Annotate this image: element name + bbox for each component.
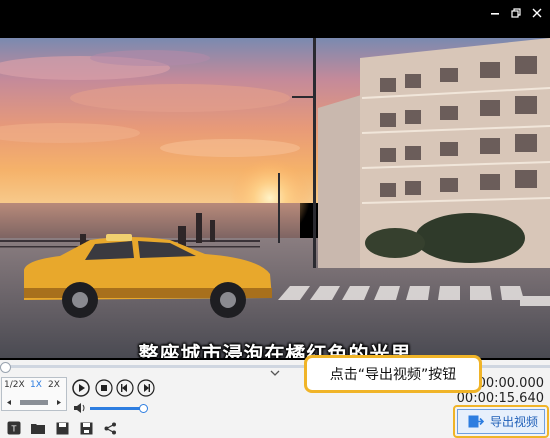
volume-slider[interactable] [90,407,144,410]
share-icon[interactable] [102,420,118,436]
total-time: 00:00:15.640 [456,391,544,406]
save-as-icon[interactable] [78,420,94,436]
video-scene-image [0,38,550,358]
speed-option-half[interactable]: 1/2X [4,380,25,390]
restore-icon[interactable] [507,4,525,22]
stop-icon[interactable] [95,379,113,397]
speed-option-normal[interactable]: 1X [30,380,42,390]
next-icon[interactable] [137,379,155,397]
svg-text:T: T [11,425,17,434]
speed-slider[interactable] [6,399,62,406]
export-hint-tooltip: 点击“导出视频”按钮 [304,355,482,393]
export-video-label: 导出视频 [490,415,539,429]
volume-icon[interactable] [73,403,87,413]
title-bar [0,0,550,26]
play-icon[interactable] [72,379,90,397]
subtitle-icon[interactable]: T [6,420,22,436]
export-video-button[interactable]: 导出视频 [457,409,545,434]
export-icon [468,415,484,428]
volume-knob[interactable] [139,404,148,413]
progress-knob[interactable] [0,362,11,373]
chevron-down-icon[interactable] [268,369,282,377]
speed-selector[interactable]: 1/2X 1X 2X [1,377,67,411]
video-player-window: 整座城市浸泡在橘红色的光里 1/2X 1X 2X 00:00:00.000 00… [0,0,550,438]
speed-option-double[interactable]: 2X [48,380,60,390]
open-folder-icon[interactable] [30,420,46,436]
minimize-icon[interactable] [486,4,504,22]
save-icon[interactable] [54,420,70,436]
previous-icon[interactable] [116,379,134,397]
close-icon[interactable] [528,4,546,22]
video-frame[interactable]: 整座城市浸泡在橘红色的光里 [0,38,550,358]
